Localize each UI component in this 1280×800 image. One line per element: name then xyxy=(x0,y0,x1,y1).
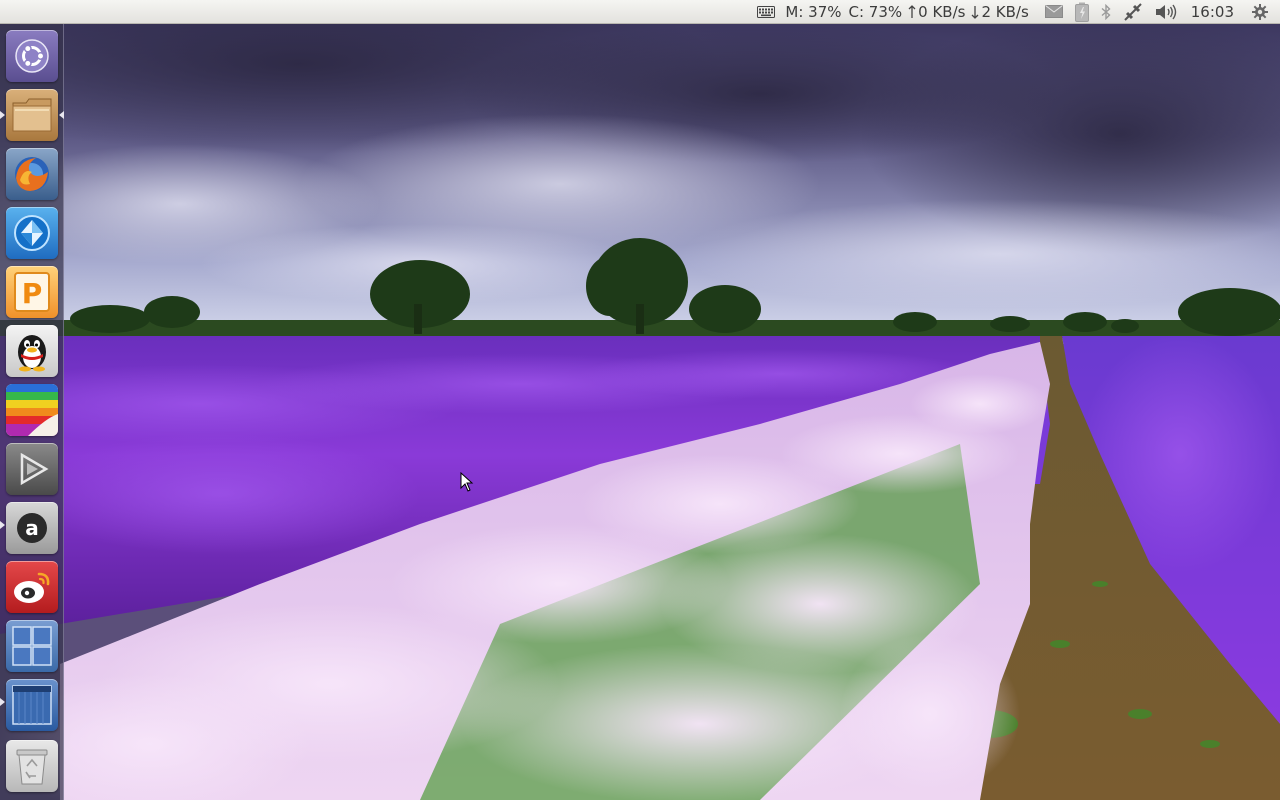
running-indicator xyxy=(0,698,5,706)
trash-icon xyxy=(16,749,48,785)
cpu-usage: C: 73% xyxy=(848,2,903,21)
dash-home-button[interactable] xyxy=(6,30,58,82)
gear-icon xyxy=(1252,3,1268,20)
session-indicator[interactable] xyxy=(1246,0,1274,24)
ubuntu-logo-icon xyxy=(15,39,49,73)
system-monitor-indicator[interactable]: M: 37% C: 73% 0 KB/s 2 KB/s xyxy=(781,0,1038,24)
launcher: P a xyxy=(0,24,64,800)
upload-speed: 0 KB/s xyxy=(918,2,966,21)
mouse-cursor xyxy=(460,471,474,496)
keyboard-icon xyxy=(757,5,776,18)
network-indicator[interactable] xyxy=(1117,0,1149,24)
running-indicator xyxy=(0,521,5,529)
svg-text:a: a xyxy=(25,516,39,540)
color-palette-icon xyxy=(6,384,58,436)
envelope-icon xyxy=(1044,5,1063,18)
network-icon xyxy=(1124,2,1142,21)
trash-launcher[interactable] xyxy=(6,740,58,792)
clock-time: 16:03 xyxy=(1190,2,1234,21)
folder-icon xyxy=(12,98,52,132)
weibo-launcher[interactable] xyxy=(6,561,58,613)
desktop-wallpaper xyxy=(0,24,1280,800)
running-indicator xyxy=(0,111,5,119)
color-picker-launcher[interactable] xyxy=(6,384,58,436)
media-player-launcher[interactable] xyxy=(6,443,58,495)
clock-indicator[interactable]: 16:03 xyxy=(1183,0,1246,24)
messaging-indicator[interactable] xyxy=(1039,0,1069,24)
firefox-icon xyxy=(15,157,49,191)
blue-diamond-launcher[interactable] xyxy=(6,207,58,259)
speaker-icon xyxy=(1155,4,1176,19)
presentation-launcher[interactable]: P xyxy=(6,266,58,318)
bluetooth-indicator[interactable] xyxy=(1095,0,1117,24)
top-panel: M: 37% C: 73% 0 KB/s 2 KB/s 16:03 xyxy=(0,0,1280,24)
amazon-launcher[interactable]: a xyxy=(6,502,58,554)
download-speed: 2 KB/s xyxy=(981,2,1029,21)
qq-launcher[interactable] xyxy=(6,325,58,377)
amazon-a-icon: a xyxy=(17,513,47,543)
play-icon xyxy=(20,452,49,486)
focused-indicator xyxy=(59,111,64,119)
files-launcher[interactable] xyxy=(6,89,58,141)
battery-icon xyxy=(1074,2,1089,22)
svg-text:P: P xyxy=(22,277,43,310)
workspace-switcher-launcher[interactable] xyxy=(6,620,58,672)
power-indicator[interactable] xyxy=(1069,0,1095,24)
sound-indicator[interactable] xyxy=(1149,0,1183,24)
memory-usage: M: 37% xyxy=(785,2,842,21)
weibo-icon xyxy=(14,572,50,603)
firefox-launcher[interactable] xyxy=(6,148,58,200)
window-icon xyxy=(12,685,52,725)
penguin-icon xyxy=(18,335,46,372)
bluetooth-icon xyxy=(1101,3,1111,20)
window-app-launcher[interactable] xyxy=(6,679,58,731)
download-arrow-icon xyxy=(971,5,979,19)
blue-diamond-icon xyxy=(14,215,50,251)
keyboard-indicator[interactable] xyxy=(751,0,781,24)
workspace-grid-icon xyxy=(12,626,52,666)
presentation-p-icon: P xyxy=(14,272,50,312)
upload-arrow-icon xyxy=(908,4,916,19)
